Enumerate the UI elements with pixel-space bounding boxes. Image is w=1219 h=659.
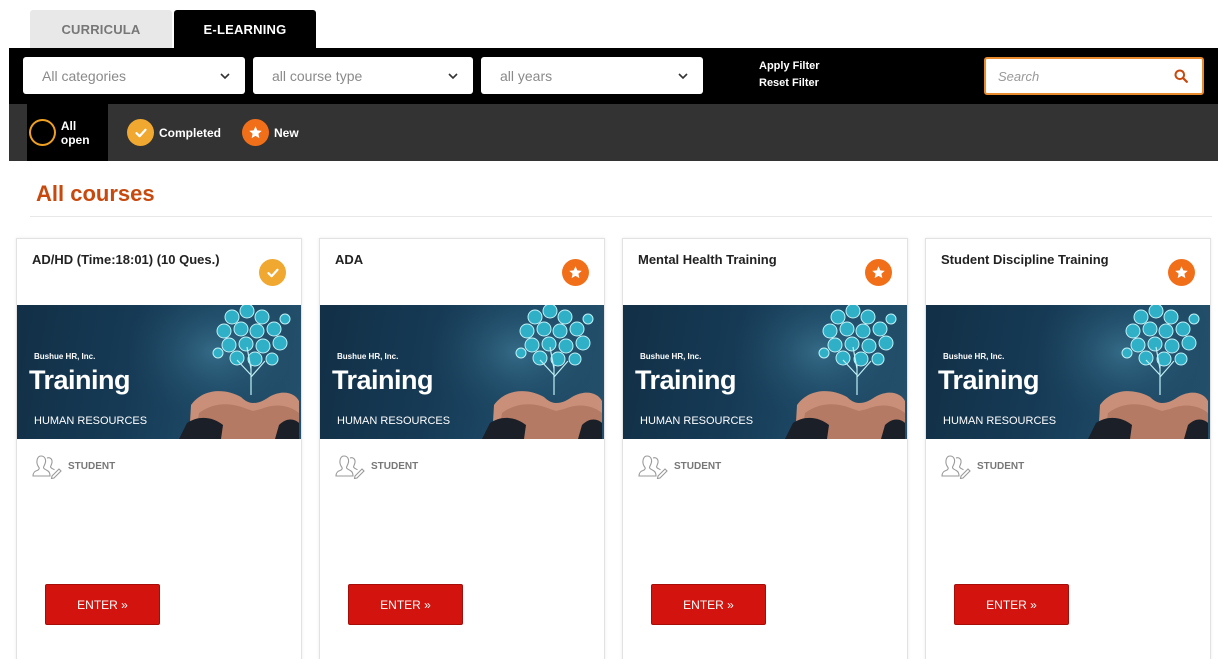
filter-actions: Apply Filter Reset Filter xyxy=(759,59,820,90)
thumbnail-company: Bushue HR, Inc. xyxy=(337,352,399,361)
course-card: ADA Bushue HR, Inc. Training HUMAN RESOU… xyxy=(319,238,605,659)
tab-e-learning[interactable]: E-LEARNING xyxy=(174,10,316,48)
hands-tree-illustration xyxy=(1038,305,1208,439)
course-role-label: STUDENT xyxy=(977,460,1025,472)
thumbnail-company: Bushue HR, Inc. xyxy=(640,352,702,361)
course-thumbnail[interactable]: Bushue HR, Inc. Training HUMAN RESOURCES xyxy=(926,305,1210,439)
course-thumbnail[interactable]: Bushue HR, Inc. Training HUMAN RESOURCES xyxy=(623,305,907,439)
chevron-down-icon xyxy=(678,73,688,80)
star-icon xyxy=(242,119,269,146)
thumbnail-headline: Training xyxy=(635,365,737,395)
course-role: STUDENT xyxy=(335,453,418,479)
enter-button[interactable]: ENTER » xyxy=(45,584,160,625)
star-icon xyxy=(865,259,892,286)
tab-bar: CURRICULA E-LEARNING xyxy=(30,10,316,48)
enter-button[interactable]: ENTER » xyxy=(651,584,766,625)
search-box xyxy=(984,57,1204,95)
tab-curricula[interactable]: CURRICULA xyxy=(30,10,172,48)
users-icon xyxy=(335,455,365,479)
status-filter-bar: All open Completed New xyxy=(9,104,1218,161)
users-icon xyxy=(638,455,668,479)
course-type-select[interactable]: all course type xyxy=(253,57,473,94)
course-role: STUDENT xyxy=(32,453,115,479)
thumbnail-company: Bushue HR, Inc. xyxy=(943,352,1005,361)
course-role-label: STUDENT xyxy=(68,460,116,472)
chevron-down-icon xyxy=(448,73,458,80)
course-type-select-value: all course type xyxy=(272,67,363,84)
page-title: All courses xyxy=(36,181,155,206)
status-completed[interactable]: Completed xyxy=(127,104,221,161)
course-role-label: STUDENT xyxy=(371,460,419,472)
chevron-down-icon xyxy=(220,73,230,80)
course-title[interactable]: ADA xyxy=(335,252,555,267)
course-role: STUDENT xyxy=(941,453,1024,479)
check-icon xyxy=(259,259,286,286)
status-all-open[interactable]: All open xyxy=(27,104,108,161)
reset-filter-link[interactable]: Reset Filter xyxy=(759,76,820,90)
category-select-value: All categories xyxy=(42,67,127,84)
thumbnail-headline: Training xyxy=(29,365,131,395)
course-thumbnail[interactable]: Bushue HR, Inc. Training HUMAN RESOURCES xyxy=(17,305,301,439)
category-select[interactable]: All categories xyxy=(23,57,245,94)
course-title[interactable]: AD/HD (Time:18:01) (10 Ques.) xyxy=(32,252,252,267)
title-divider xyxy=(30,216,1212,217)
course-role: STUDENT xyxy=(638,453,721,479)
search-input[interactable] xyxy=(986,68,1156,84)
course-thumbnail[interactable]: Bushue HR, Inc. Training HUMAN RESOURCES xyxy=(320,305,604,439)
course-card: AD/HD (Time:18:01) (10 Ques.) Bushue HR,… xyxy=(16,238,302,659)
course-title[interactable]: Student Discipline Training xyxy=(941,252,1161,267)
users-icon xyxy=(32,455,62,479)
thumbnail-headline: Training xyxy=(332,365,434,395)
hands-tree-illustration xyxy=(735,305,905,439)
hands-tree-illustration xyxy=(129,305,299,439)
status-new[interactable]: New xyxy=(242,104,299,161)
status-all-open-label: All open xyxy=(60,118,90,147)
users-icon xyxy=(941,455,971,479)
status-completed-label: Completed xyxy=(159,125,222,140)
thumbnail-company: Bushue HR, Inc. xyxy=(34,352,96,361)
course-card: Mental Health Training Bushue HR, Inc. T… xyxy=(622,238,908,659)
apply-filter-link[interactable]: Apply Filter xyxy=(759,59,820,73)
years-select-value: all years xyxy=(500,67,553,84)
open-circle-icon xyxy=(29,119,56,146)
enter-button[interactable]: ENTER » xyxy=(954,584,1069,625)
course-card: Student Discipline Training Bushue HR, I… xyxy=(925,238,1211,659)
status-new-label: New xyxy=(274,125,299,140)
course-role-label: STUDENT xyxy=(674,460,722,472)
check-icon xyxy=(127,119,154,146)
years-select[interactable]: all years xyxy=(481,57,703,94)
star-icon xyxy=(1168,259,1195,286)
filter-bar: All categories all course type all years… xyxy=(9,48,1218,104)
search-icon[interactable] xyxy=(1174,69,1188,83)
thumbnail-headline: Training xyxy=(938,365,1040,395)
star-icon xyxy=(562,259,589,286)
course-title[interactable]: Mental Health Training xyxy=(638,252,858,267)
enter-button[interactable]: ENTER » xyxy=(348,584,463,625)
hands-tree-illustration xyxy=(432,305,602,439)
